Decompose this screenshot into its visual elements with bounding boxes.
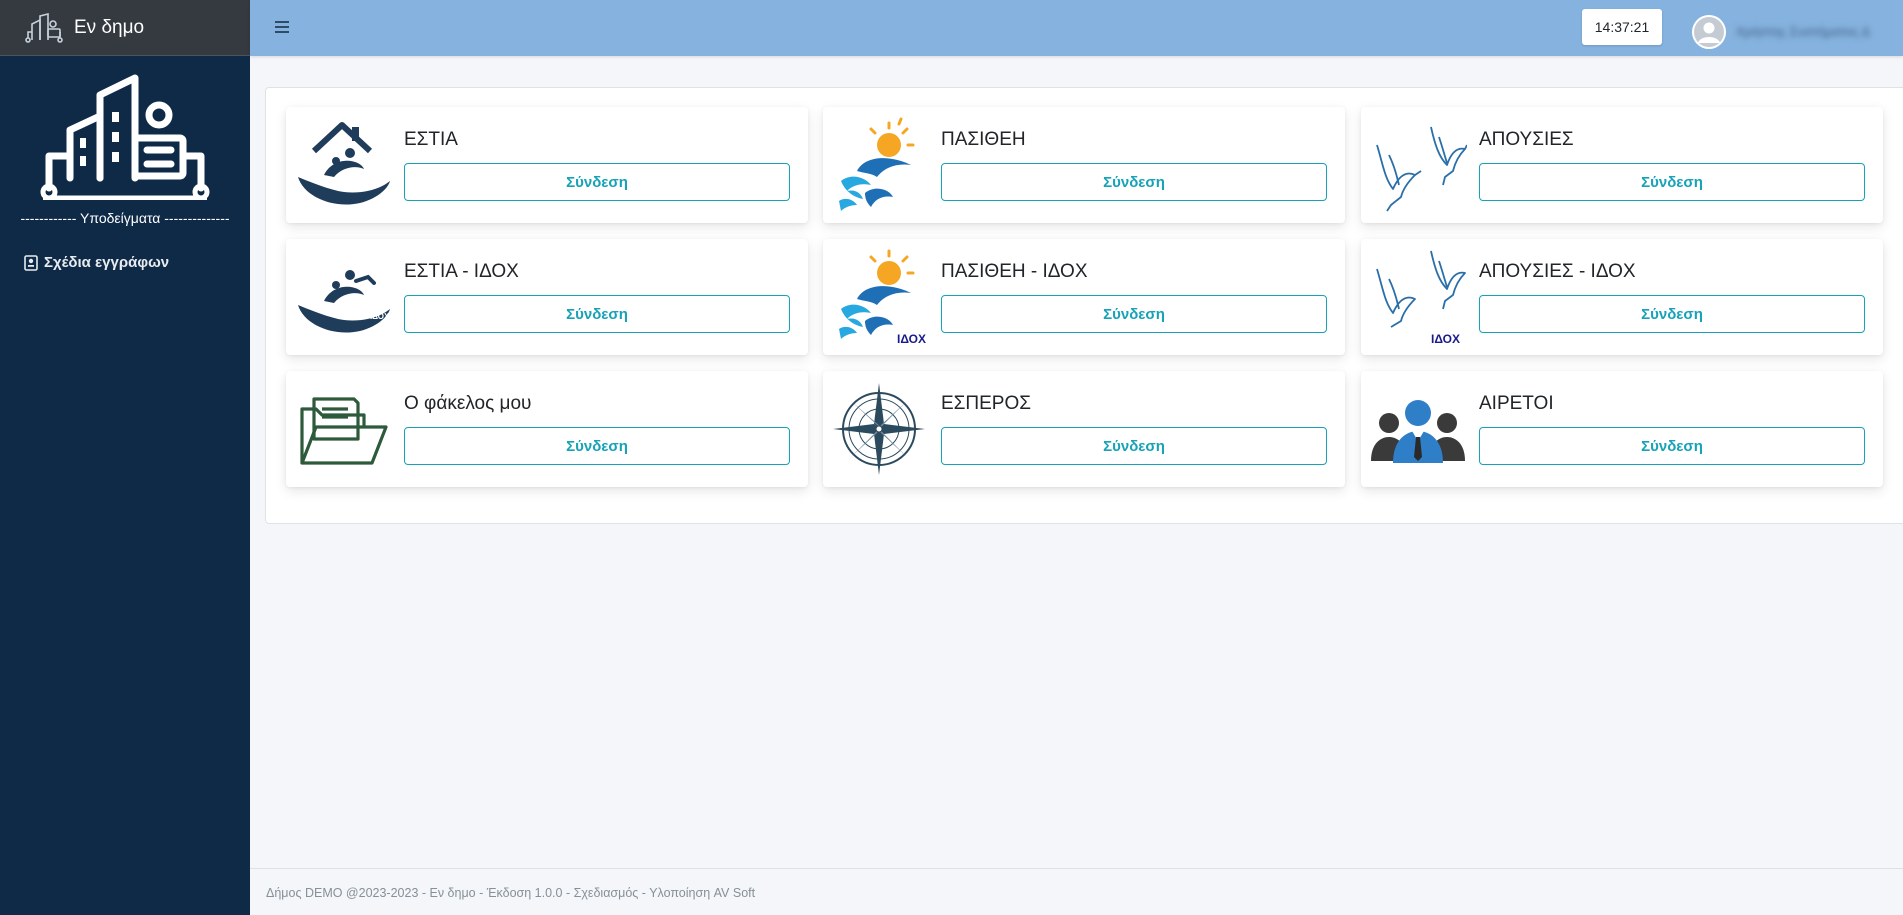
connect-button-fakelos[interactable]: Σύνδεση: [404, 427, 790, 465]
estia-idox-logo-icon: ΙΔΟΧ: [298, 270, 390, 333]
app-card-estia-idox: ΙΔΟΧ ΕΣΤΙΑ - ΙΔΟΧ Σύνδεση: [286, 239, 808, 355]
sidebar-item-document-templates[interactable]: Σχέδια εγγράφων: [0, 254, 250, 271]
idox-badge: ΙΔΟΧ: [897, 332, 926, 346]
pasithei-logo-icon: [839, 117, 915, 211]
app-card-esperos: ΕΣΠΕΡΟΣ Σύνδεση: [823, 371, 1345, 487]
connect-button-pasithei[interactable]: Σύνδεση: [941, 163, 1327, 201]
app-title: ΑΙΡΕΤΟΙ: [1479, 393, 1554, 414]
connect-button-pasithei-idox[interactable]: Σύνδεση: [941, 295, 1327, 333]
hamburger-menu-icon[interactable]: [272, 16, 294, 38]
app-title: ΑΠΟΥΣΙΕΣ - ΙΔΟΧ: [1479, 261, 1636, 282]
connect-button-airetoi[interactable]: Σύνδεση: [1479, 427, 1865, 465]
connect-button-estia-idox[interactable]: Σύνδεση: [404, 295, 790, 333]
app-card-estia: ΕΣΤΙΑ Σύνδεση: [286, 107, 808, 223]
app-card-pasithei-idox: ΙΔΟΧ ΠΑΣΙΘΕΗ - ΙΔΟΧ Σύνδεση: [823, 239, 1345, 355]
connect-button-esperos[interactable]: Σύνδεση: [941, 427, 1327, 465]
idox-badge: ΙΔΟΧ: [370, 312, 390, 321]
document-icon: [24, 254, 38, 271]
app-card-pasithei: ΠΑΣΙΘΕΗ Σύνδεση: [823, 107, 1345, 223]
app-title: ΕΣΤΙΑ - ΙΔΟΧ: [404, 261, 519, 282]
connect-button-estia[interactable]: Σύνδεση: [404, 163, 790, 201]
sidebar: Εν δημο ------------ Υποδείγματα -------…: [0, 0, 250, 915]
user-avatar-icon[interactable]: [1692, 15, 1726, 49]
app-title: ΠΑΣΙΘΕΗ: [941, 129, 1026, 150]
sidebar-item-label: Σχέδια εγγράφων: [44, 254, 170, 271]
connect-button-apousies-idox[interactable]: Σύνδεση: [1479, 295, 1865, 333]
user-name[interactable]: Χρήστης Συστήματος Δ: [1736, 24, 1870, 39]
sidebar-section-separator: ------------ Υποδείγματα --------------: [20, 210, 230, 226]
app-title: ΕΣΠΕΡΟΣ: [941, 393, 1032, 414]
estia-logo-icon: [298, 122, 390, 205]
footer: Δήμος DEMO @2023-2023 - Εν δημο - Έκδοση…: [250, 868, 1903, 915]
apps-panel: ΕΣΤΙΑ Σύνδεση ΠΑΣΙΘΕΗ Σύνδεση ΑΠΟΥΣΙΕΣ Σ…: [265, 87, 1903, 524]
idox-badge: ΙΔΟΧ: [1431, 332, 1460, 346]
brand-link[interactable]: Εν δημο: [0, 0, 250, 56]
folder-icon: [300, 397, 388, 465]
app-card-apousies-idox: ΙΔΟΧ ΑΠΟΥΣΙΕΣ - ΙΔΟΧ Σύνδεση: [1361, 239, 1883, 355]
brand-name: Εν δημο: [74, 16, 145, 38]
pasithei-idox-logo-icon: ΙΔΟΧ: [839, 249, 926, 346]
clock-display: 14:37:21: [1582, 9, 1662, 45]
city-logo-icon: [25, 12, 63, 43]
app-title: ΑΠΟΥΣΙΕΣ: [1479, 129, 1574, 150]
app-card-fakelos: Ο φάκελος μου Σύνδεση: [286, 371, 808, 487]
group-users-icon: [1371, 400, 1465, 463]
app-card-airetoi: ΑΙΡΕΤΟΙ Σύνδεση: [1361, 371, 1883, 487]
connect-button-apousies[interactable]: Σύνδεση: [1479, 163, 1865, 201]
doves-idox-logo-icon: ΙΔΟΧ: [1376, 250, 1466, 346]
app-title: ΠΑΣΙΘΕΗ - ΙΔΟΧ: [941, 261, 1088, 282]
doves-logo-icon: [1376, 126, 1467, 212]
app-card-apousies: ΑΠΟΥΣΙΕΣ Σύνδεση: [1361, 107, 1883, 223]
compass-rose-icon: [833, 383, 925, 475]
city-logo-icon: [40, 74, 210, 200]
top-navbar: 14:37:21 Χρήστης Συστήματος Δ: [250, 0, 1903, 56]
app-title: Ο φάκελος μου: [404, 393, 532, 414]
app-title: ΕΣΤΙΑ: [404, 129, 458, 150]
